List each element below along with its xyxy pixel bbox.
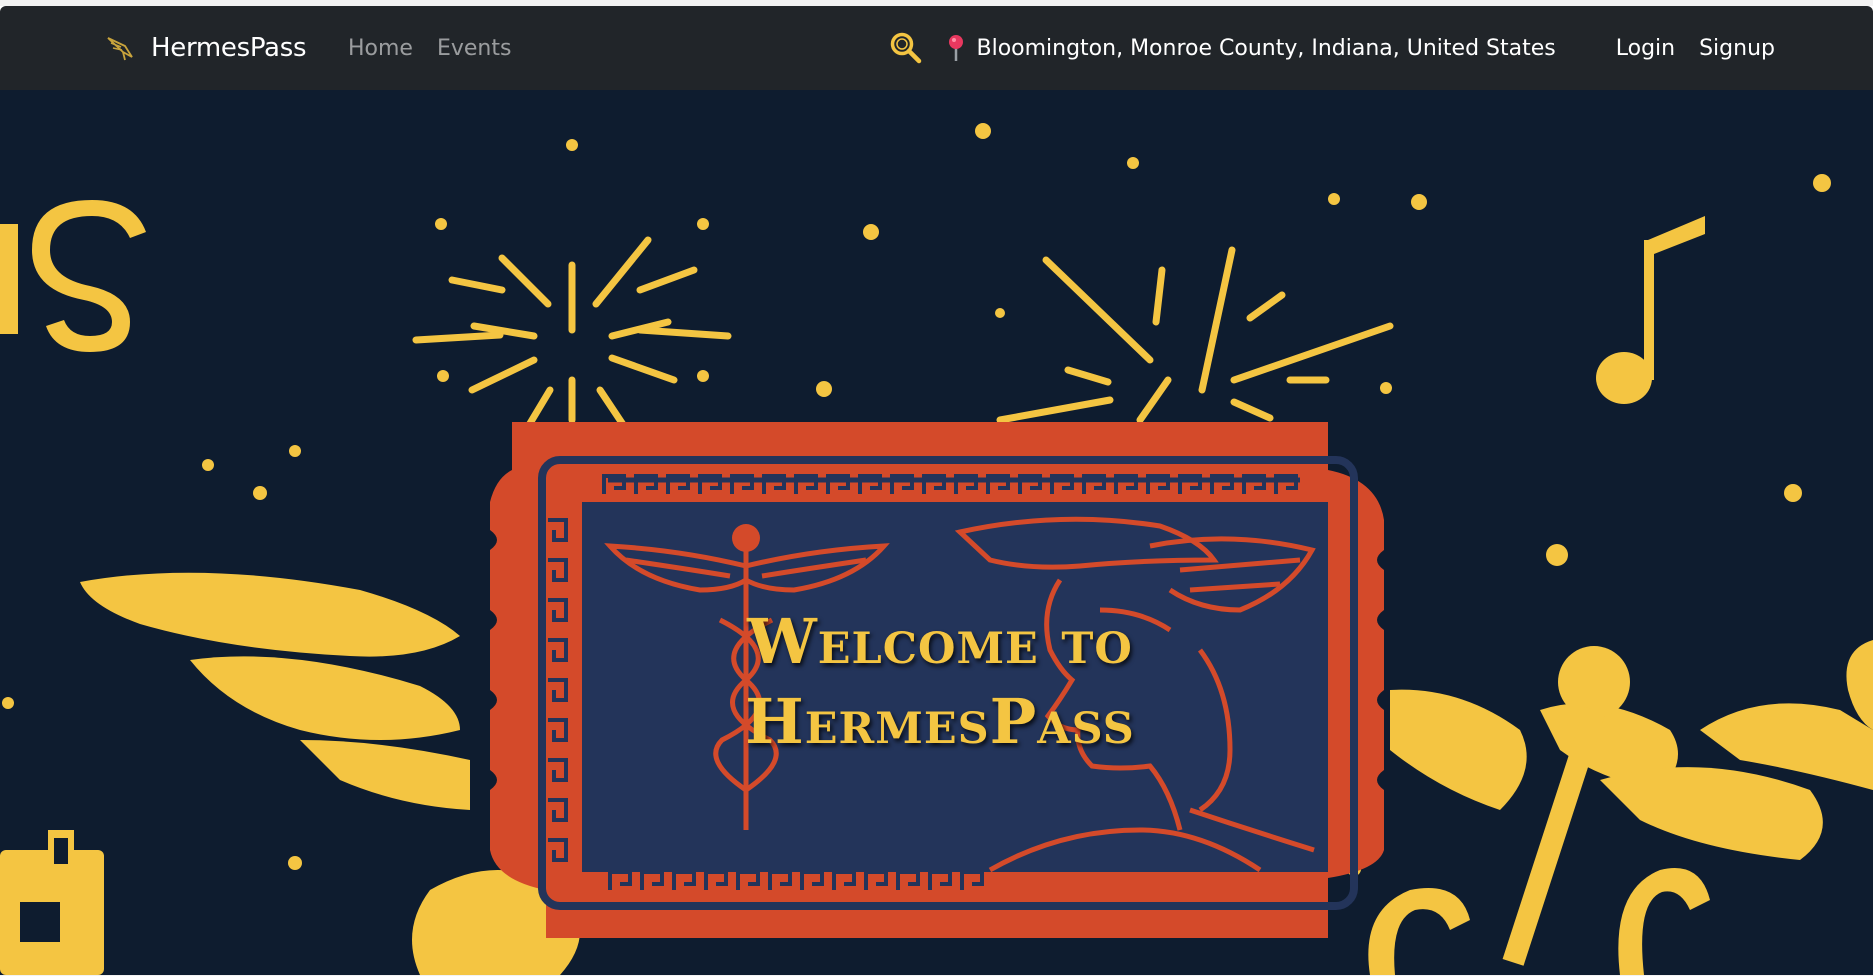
firework-left-decoration <box>412 236 732 454</box>
nav-links: Home Events <box>348 26 511 70</box>
navbar: HermesPass Home Events Bloomington, Monr… <box>0 6 1873 90</box>
hero-title-line1: Welcome to <box>747 605 1133 678</box>
search-icon[interactable] <box>888 30 924 66</box>
hero-title-line2: HermesPass <box>745 685 1135 758</box>
brand-home-link[interactable]: HermesPass <box>105 26 306 70</box>
location-text[interactable]: Bloomington, Monroe County, Indiana, Uni… <box>976 36 1555 61</box>
hero-illustration <box>0 123 1873 975</box>
partial-letters-decoration <box>0 200 146 352</box>
nav-link-home[interactable]: Home <box>348 36 413 61</box>
navbar-right: Bloomington, Monroe County, Indiana, Uni… <box>888 26 1775 70</box>
signup-link[interactable]: Signup <box>1699 36 1775 61</box>
browser-page: HermesPass Home Events Bloomington, Monr… <box>0 6 1873 975</box>
map-pin-icon <box>949 35 964 61</box>
winged-logo-icon <box>107 37 133 61</box>
floppy-disk-icon <box>0 830 104 975</box>
login-link[interactable]: Login <box>1616 36 1675 61</box>
firework-right-decoration <box>996 246 1394 424</box>
hero-banner: Welcome to HermesPass <box>0 90 1873 975</box>
nav-link-events[interactable]: Events <box>437 36 512 61</box>
hero-title: Welcome to HermesPass <box>620 602 1260 762</box>
music-note-icon <box>1596 216 1705 404</box>
right-caduceus-decoration <box>1368 640 1873 975</box>
brand-name: HermesPass <box>151 33 307 63</box>
